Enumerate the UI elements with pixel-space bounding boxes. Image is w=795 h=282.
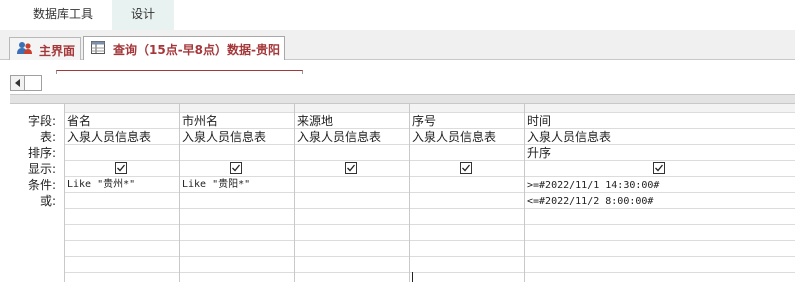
doc-tab-home[interactable]: 主界面 <box>9 37 81 60</box>
show-checkbox-4[interactable] <box>460 162 472 174</box>
document-tab-strip: 主界面 查询（15点-早8点）数据-贵阳 <box>0 30 795 61</box>
horizontal-scrollbar[interactable] <box>10 75 42 91</box>
criteria-cell-5[interactable]: >=#2022/11/1 14:30:00# <box>527 178 659 194</box>
show-checkbox-2[interactable] <box>230 162 242 174</box>
field-cell-5[interactable]: 时间 <box>527 113 551 129</box>
table-cell-1[interactable]: 入泉人员信息表 <box>67 129 151 145</box>
doc-tab-query-label: 查询（15点-早8点）数据-贵阳 <box>113 43 281 57</box>
or-cell-5[interactable]: <=#2022/11/2 8:00:00# <box>527 194 653 210</box>
field-cell-3[interactable]: 来源地 <box>297 113 333 129</box>
row-label-field: 字段: <box>27 114 56 128</box>
doc-tab-query[interactable]: 查询（15点-早8点）数据-贵阳 <box>83 36 285 61</box>
doc-tab-home-label: 主界面 <box>39 44 76 58</box>
grid-body: 省名 入泉人员信息表 Like "贵州*" 市州名 入泉人员信息表 Like "… <box>64 104 795 282</box>
ribbon-tab-database-tools[interactable]: 数据库工具 <box>18 0 108 30</box>
text-cursor <box>412 272 413 282</box>
show-checkbox-3[interactable] <box>345 162 357 174</box>
criteria-cell-2[interactable]: Like "贵阳*" <box>182 177 250 193</box>
ribbon-tab-bar: 数据库工具 设计 <box>0 0 795 30</box>
field-cell-4[interactable]: 序号 <box>412 113 436 129</box>
table-pane <box>0 60 795 94</box>
ribbon-tab-design[interactable]: 设计 <box>112 0 174 30</box>
row-label-or: 或: <box>39 194 56 208</box>
people-icon <box>16 41 32 55</box>
field-cell-1[interactable]: 省名 <box>67 113 91 129</box>
show-checkbox-1[interactable] <box>115 162 127 174</box>
field-cell-2[interactable]: 市州名 <box>182 113 218 129</box>
row-label-sort: 排序: <box>27 146 56 160</box>
row-label-criteria: 条件: <box>27 178 56 192</box>
query-design-grid: 字段: 表: 排序: 显示: 条件: 或: 省名 入泉人员信息表 Like "贵… <box>10 104 795 282</box>
scroll-left-icon[interactable] <box>11 76 25 90</box>
table-cell-3[interactable]: 入泉人员信息表 <box>297 129 381 145</box>
table-box[interactable] <box>56 70 303 74</box>
table-cell-2[interactable]: 入泉人员信息表 <box>182 129 266 145</box>
row-label-show: 显示: <box>27 162 56 176</box>
table-cell-4[interactable]: 入泉人员信息表 <box>412 129 496 145</box>
show-checkbox-5[interactable] <box>653 162 665 174</box>
criteria-cell-1[interactable]: Like "贵州*" <box>67 177 135 193</box>
row-label-table: 表: <box>39 130 56 144</box>
sort-cell-5[interactable]: 升序 <box>527 145 551 161</box>
row-header: 字段: 表: 排序: 显示: 条件: 或: <box>10 104 64 282</box>
query-icon <box>91 41 107 55</box>
table-cell-5[interactable]: 入泉人员信息表 <box>527 129 611 145</box>
pane-splitter[interactable] <box>10 94 795 104</box>
